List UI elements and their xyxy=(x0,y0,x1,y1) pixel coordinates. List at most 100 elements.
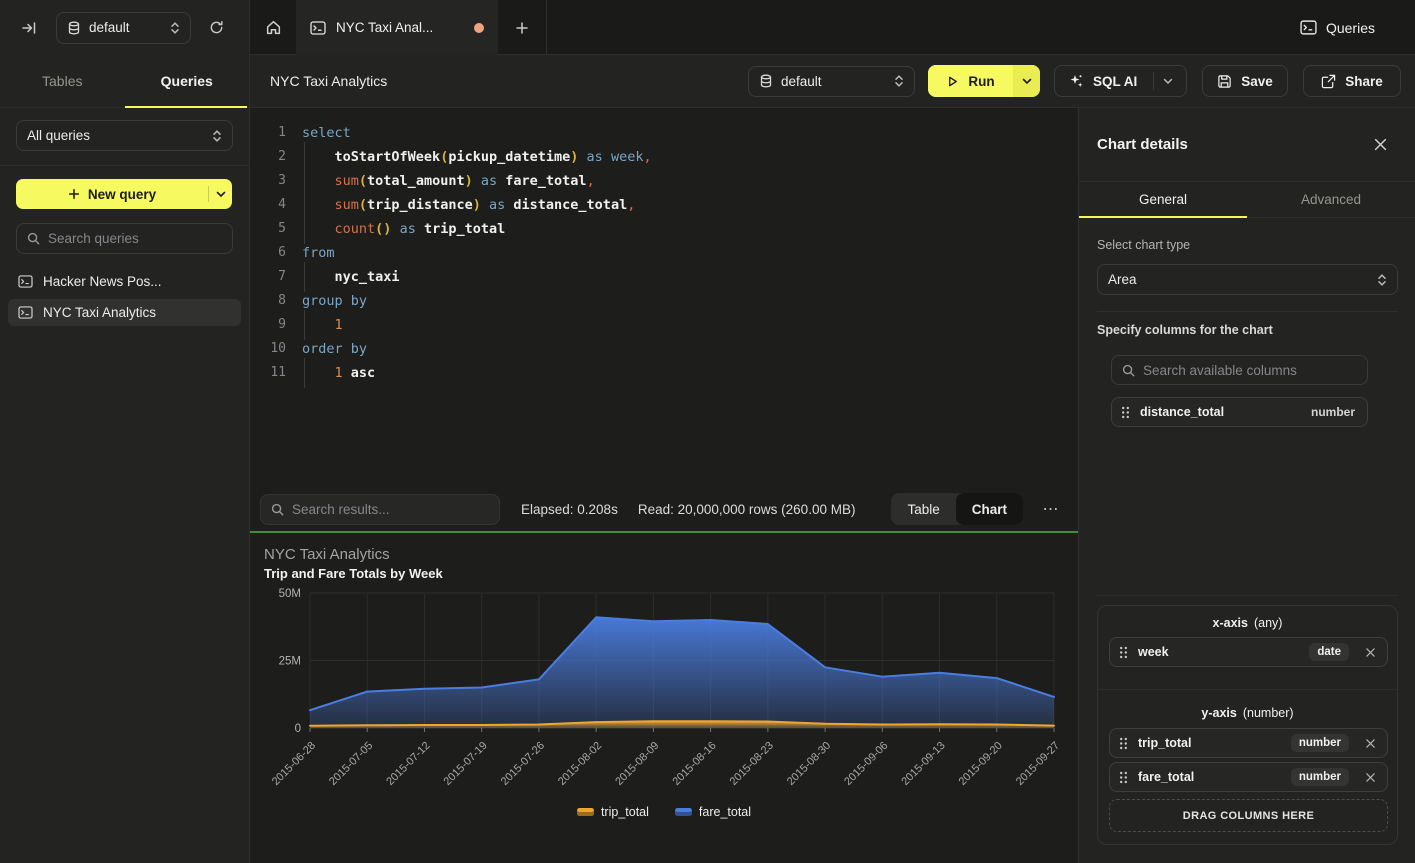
column-name: trip_total xyxy=(1138,736,1191,750)
sql-editor[interactable]: 1select2 toStartOfWeek(pickup_datetime) … xyxy=(250,108,1078,487)
query-list-item[interactable]: Hacker News Pos... xyxy=(8,268,241,295)
tab-tables[interactable]: Tables xyxy=(0,55,125,107)
header-database-value: default xyxy=(781,74,822,89)
database-selector[interactable]: default xyxy=(56,12,191,44)
remove-column-button[interactable] xyxy=(1363,647,1378,658)
code-line[interactable]: 7 nyc_taxi xyxy=(258,265,1078,289)
tab-general[interactable]: General xyxy=(1079,182,1247,217)
search-queries-input[interactable] xyxy=(48,231,222,246)
x-axis-heading: x-axis(any) xyxy=(1098,616,1397,630)
available-columns-list: distance_totalnumber xyxy=(1111,397,1368,427)
chart-title: NYC Taxi Analytics xyxy=(264,546,390,563)
column-chip-distance_total[interactable]: distance_totalnumber xyxy=(1111,397,1368,427)
legend-swatch xyxy=(675,808,692,816)
run-options-dropdown[interactable] xyxy=(1013,65,1040,97)
collapse-sidebar-button[interactable] xyxy=(14,13,44,43)
save-button[interactable]: Save xyxy=(1202,65,1288,97)
chart-details-title: Chart details xyxy=(1097,136,1188,153)
more-options-button[interactable]: ⋯ xyxy=(1036,494,1066,524)
query-list-item[interactable]: NYC Taxi Analytics xyxy=(8,299,241,326)
refresh-button[interactable] xyxy=(201,13,231,43)
chart-details-panel: Chart details General Advanced Select ch… xyxy=(1078,108,1415,863)
table-view-button[interactable]: Table xyxy=(891,493,955,525)
sql-ai-dropdown[interactable] xyxy=(1153,72,1173,90)
tab-queries[interactable]: Queries xyxy=(125,55,250,107)
top-bar: default NYC Taxi Anal... xyxy=(0,0,1415,55)
close-icon xyxy=(1374,138,1387,151)
rows-read-stats: Read: 20,000,000 rows (260.00 MB) xyxy=(638,502,856,517)
code-token xyxy=(302,269,335,285)
x-axis-hint: (any) xyxy=(1254,616,1282,630)
console-icon xyxy=(310,21,326,35)
chart-view-button[interactable]: Chart xyxy=(956,493,1023,525)
code-text: 1 asc xyxy=(302,361,375,385)
run-main[interactable]: Run xyxy=(928,65,1013,97)
code-line[interactable]: 11 1 asc xyxy=(258,361,1078,385)
code-line[interactable]: 6from xyxy=(258,241,1078,265)
code-line[interactable]: 10order by xyxy=(258,337,1078,361)
share-button[interactable]: Share xyxy=(1303,65,1401,97)
drag-handle-icon xyxy=(1119,771,1128,784)
unsaved-changes-dot xyxy=(474,23,484,33)
code-token xyxy=(578,149,586,165)
search-columns-field[interactable] xyxy=(1111,355,1368,385)
tab-advanced[interactable]: Advanced xyxy=(1247,182,1415,217)
code-line[interactable]: 5 count() as trip_total xyxy=(258,217,1078,241)
code-line[interactable]: 8group by xyxy=(258,289,1078,313)
line-number: 9 xyxy=(258,313,286,337)
chart-type-select[interactable]: Area xyxy=(1097,264,1398,295)
column-chip-trip_total[interactable]: trip_totalnumber xyxy=(1109,728,1388,758)
line-number: 3 xyxy=(258,169,286,193)
queries-shortcut-button[interactable]: Queries xyxy=(1300,0,1375,55)
tab-nyc-taxi-analytics[interactable]: NYC Taxi Anal... xyxy=(296,0,498,55)
console-icon xyxy=(18,306,33,319)
search-queries-field[interactable] xyxy=(16,223,233,254)
svg-text:2015-09-27: 2015-09-27 xyxy=(1014,740,1062,788)
legend-item-trip_total[interactable]: trip_total xyxy=(577,805,649,819)
code-line[interactable]: 1select xyxy=(258,121,1078,145)
chart-details-header: Chart details xyxy=(1079,108,1415,182)
code-token: , xyxy=(587,173,595,189)
code-token: order by xyxy=(302,341,367,357)
drag-handle-icon xyxy=(1121,406,1130,419)
search-results-field[interactable] xyxy=(260,494,500,525)
remove-column-button[interactable] xyxy=(1363,738,1378,749)
home-tab-button[interactable] xyxy=(250,0,296,55)
code-line[interactable]: 3 sum(total_amount) as fare_total, xyxy=(258,169,1078,193)
code-token: select xyxy=(302,125,351,141)
code-token: trip_distance xyxy=(367,197,473,213)
new-query-button[interactable]: New query xyxy=(16,179,232,209)
sql-ai-button[interactable]: SQL AI xyxy=(1054,65,1187,97)
tab-strip-divider xyxy=(546,0,547,55)
run-button[interactable]: Run xyxy=(928,65,1040,97)
indent-guide xyxy=(304,310,305,340)
code-text: sum(total_amount) as fare_total, xyxy=(302,169,595,193)
search-columns-input[interactable] xyxy=(1143,363,1357,378)
remove-column-button[interactable] xyxy=(1363,772,1378,783)
play-icon xyxy=(946,75,959,88)
column-chip-week[interactable]: weekdate xyxy=(1109,637,1388,667)
legend-item-fare_total[interactable]: fare_total xyxy=(675,805,751,819)
code-line[interactable]: 4 sum(trip_distance) as distance_total, xyxy=(258,193,1078,217)
column-chip-fare_total[interactable]: fare_totalnumber xyxy=(1109,762,1388,792)
code-token: ) xyxy=(473,197,481,213)
indent-guide xyxy=(304,358,305,388)
panel-divider xyxy=(1097,311,1398,312)
svg-text:2015-08-30: 2015-08-30 xyxy=(785,740,833,788)
new-tab-button[interactable] xyxy=(498,0,546,55)
search-results-input[interactable] xyxy=(292,502,489,517)
close-panel-button[interactable] xyxy=(1365,130,1395,160)
share-icon xyxy=(1321,74,1336,89)
query-filter-select[interactable]: All queries xyxy=(16,120,233,151)
code-token: count xyxy=(335,221,376,237)
header-database-selector[interactable]: default xyxy=(748,66,915,97)
code-text: nyc_taxi xyxy=(302,265,400,289)
svg-text:2015-08-02: 2015-08-02 xyxy=(556,740,604,788)
line-number: 7 xyxy=(258,265,286,289)
new-query-dropdown[interactable] xyxy=(208,186,232,202)
drag-columns-dropzone[interactable]: DRAG COLUMNS HERE xyxy=(1109,799,1388,832)
home-icon xyxy=(265,19,282,36)
code-line[interactable]: 2 toStartOfWeek(pickup_datetime) as week… xyxy=(258,145,1078,169)
code-line[interactable]: 9 1 xyxy=(258,313,1078,337)
svg-text:2015-09-13: 2015-09-13 xyxy=(899,740,947,788)
